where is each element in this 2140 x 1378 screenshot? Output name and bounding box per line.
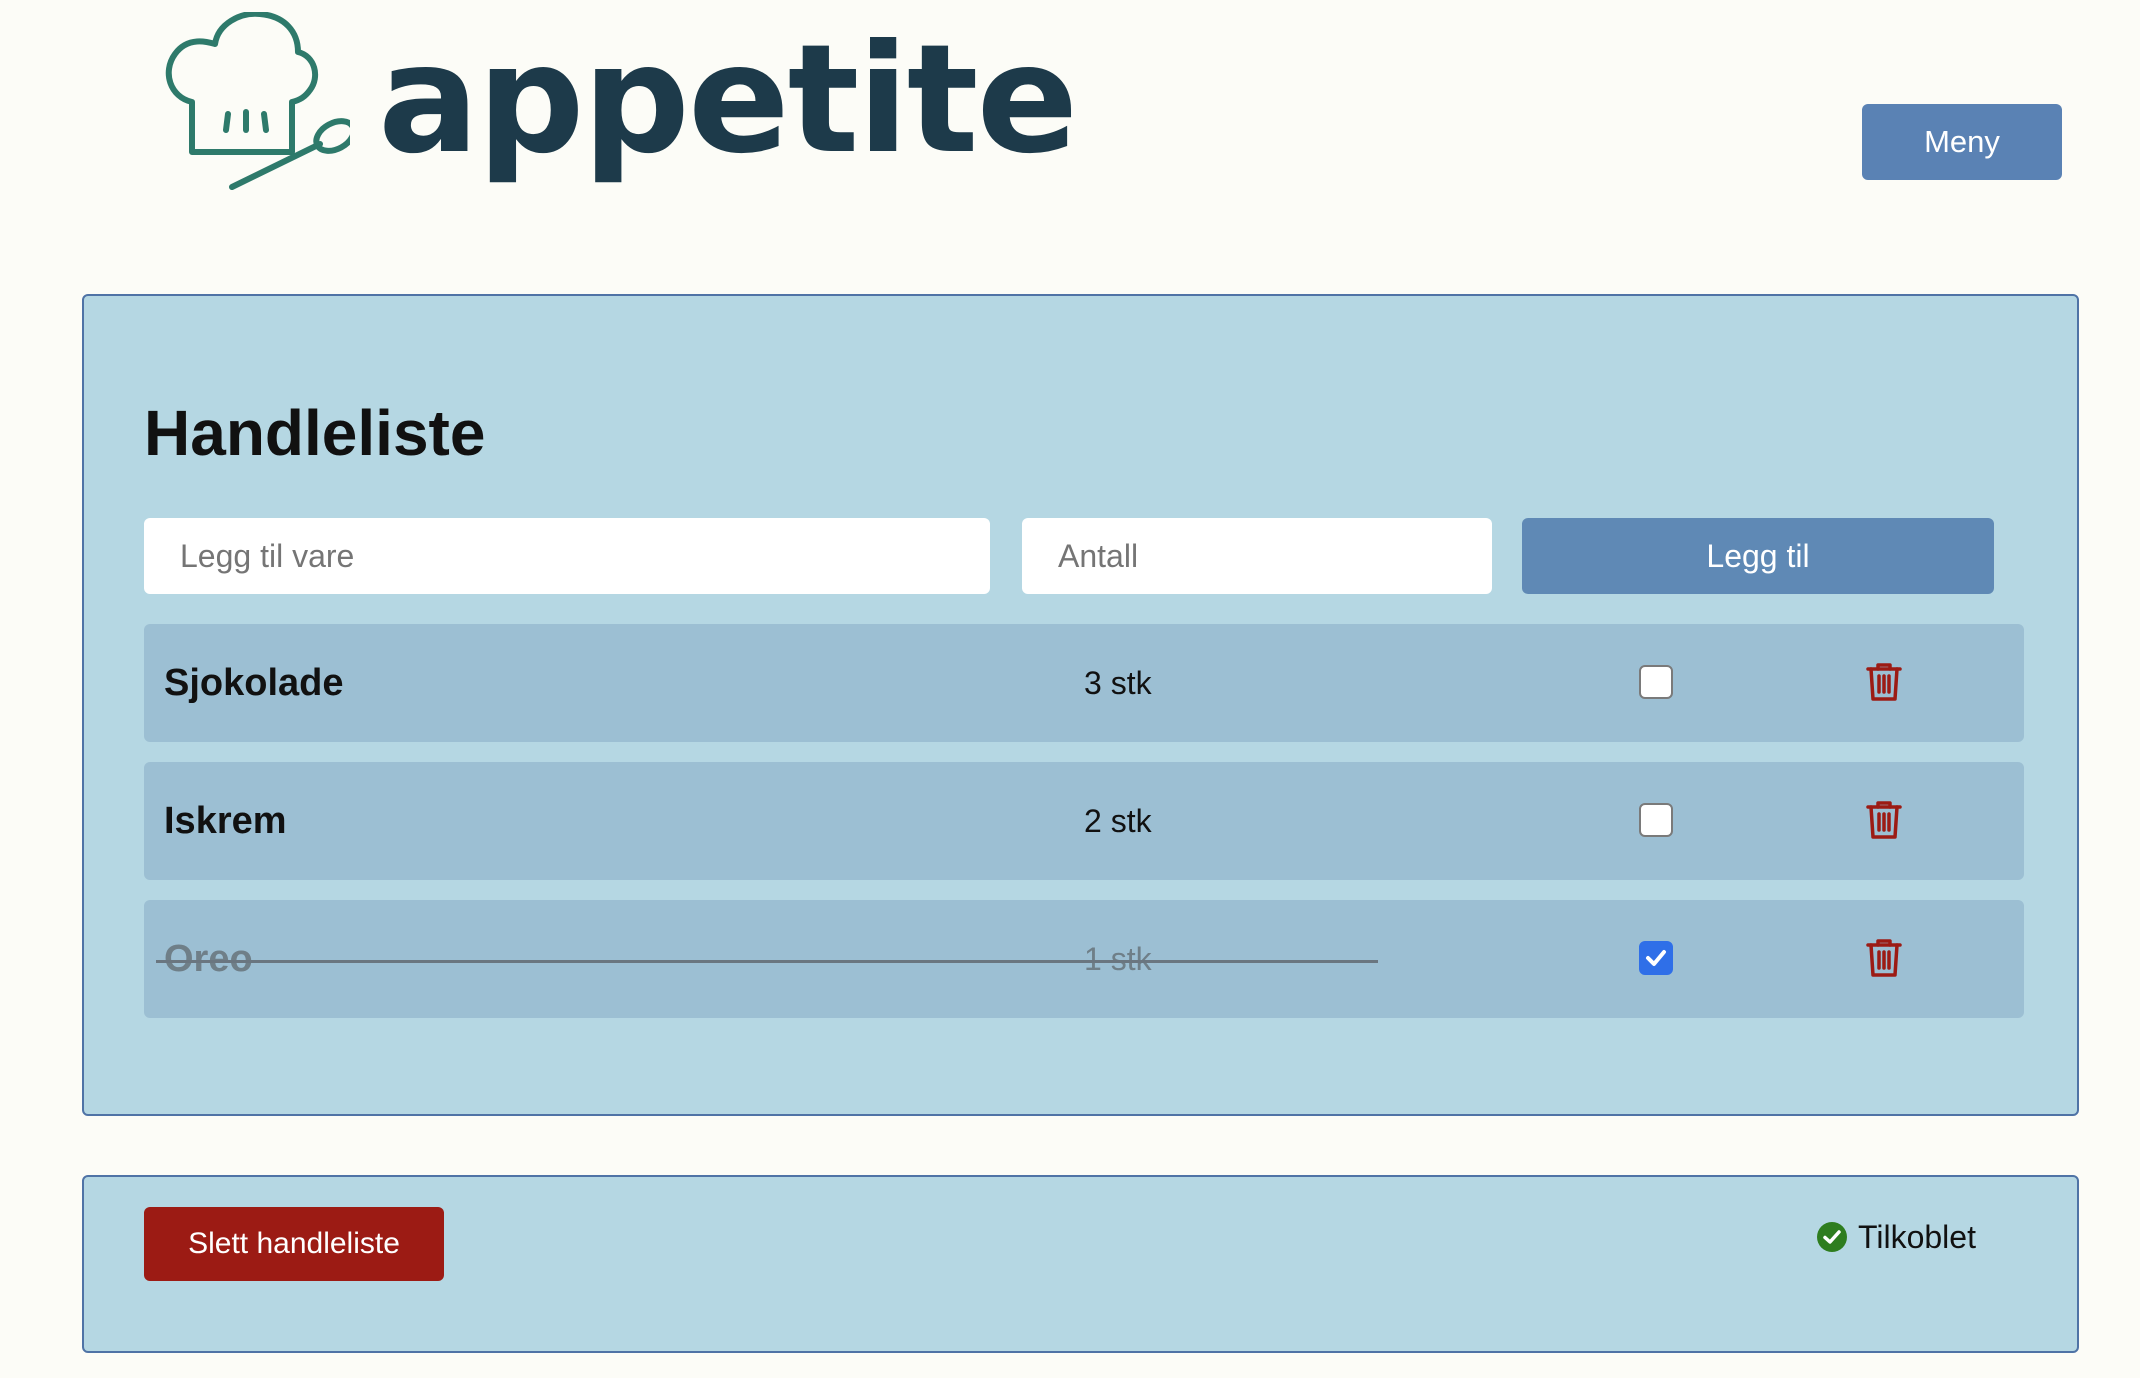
add-item-button[interactable]: Legg til (1522, 518, 1994, 594)
connection-status: Tilkoblet (1816, 1215, 1976, 1259)
item-checkbox[interactable] (1639, 665, 1673, 699)
list-item: Iskrem 2 stk (144, 762, 2024, 880)
page-title: Handleliste (144, 397, 486, 469)
shopping-list-card: Handleliste Legg til Sjokolade 3 stk Isk… (82, 294, 2079, 1116)
strikethrough-line (156, 960, 1378, 963)
trash-icon[interactable] (1866, 938, 1902, 983)
item-quantity: 1 stk (1084, 941, 1152, 977)
check-circle-icon (1817, 1222, 1847, 1252)
item-checkbox[interactable] (1639, 941, 1673, 975)
chef-hat-logo-icon (160, 10, 357, 202)
item-quantity: 2 stk (1084, 803, 1152, 839)
list-item: Sjokolade 3 stk (144, 624, 2024, 742)
status-text: Tilkoblet (1858, 1218, 1976, 1255)
list-item: Oreo 1 stk (144, 900, 2024, 1018)
brand-name: appetite (378, 13, 1078, 187)
menu-button[interactable]: Meny (1862, 104, 2062, 180)
delete-list-button[interactable]: Slett handleliste (144, 1207, 444, 1281)
checkmark-icon (1646, 950, 1666, 966)
item-name: Iskrem (164, 800, 287, 842)
trash-icon[interactable] (1866, 662, 1902, 707)
trash-icon[interactable] (1866, 800, 1902, 845)
item-name-input[interactable] (144, 518, 990, 594)
item-quantity: 3 stk (1084, 665, 1152, 701)
item-name: Oreo (164, 938, 253, 980)
quantity-input[interactable] (1022, 518, 1492, 594)
footer-card: Slett handleliste Tilkoblet (82, 1175, 2079, 1353)
item-checkbox[interactable] (1639, 803, 1673, 837)
item-name: Sjokolade (164, 662, 344, 704)
